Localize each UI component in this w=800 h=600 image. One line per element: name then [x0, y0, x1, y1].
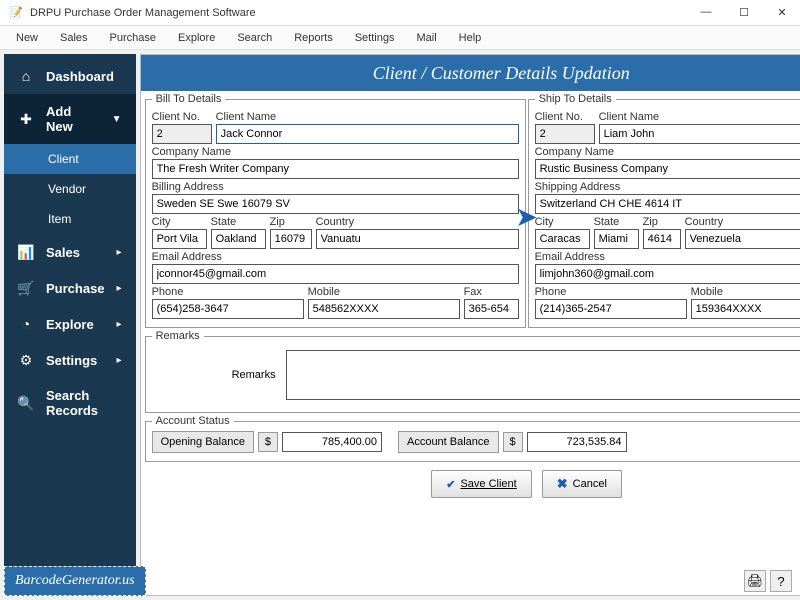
currency-symbol: $: [258, 432, 278, 452]
bill-legend: Bill To Details: [152, 93, 226, 105]
menu-reports[interactable]: Reports: [284, 28, 343, 48]
ship-country-field[interactable]: [685, 229, 800, 249]
help-icon[interactable]: ?: [770, 570, 792, 592]
bill-address-field[interactable]: [152, 194, 519, 214]
account-balance-label: Account Balance: [398, 431, 499, 453]
sidebar-sub-vendor[interactable]: Vendor: [4, 174, 136, 204]
brand-badge: BarcodeGenerator.us: [4, 566, 146, 596]
menubar: New Sales Purchase Explore Search Report…: [0, 26, 800, 50]
menu-purchase[interactable]: Purchase: [100, 28, 166, 48]
maximize-button[interactable]: ☐: [734, 6, 754, 19]
minimize-button[interactable]: —: [696, 6, 716, 19]
arrow-icon: ➤: [517, 203, 537, 232]
menu-help[interactable]: Help: [449, 28, 492, 48]
home-icon: ⌂: [18, 68, 34, 84]
sidebar-item-add-new[interactable]: ✚ Add New ▼: [4, 94, 136, 144]
account-status-fieldset: Account Status Opening Balance $ Account…: [145, 415, 800, 462]
close-window-button[interactable]: ✕: [772, 6, 792, 19]
ship-mobile-field[interactable]: [691, 299, 800, 319]
chevron-right-icon: ▸: [117, 283, 122, 294]
sidebar-sub-item[interactable]: Item: [4, 204, 136, 234]
panel-title: Client / Customer Details Updation: [149, 63, 800, 84]
menu-mail[interactable]: Mail: [406, 28, 446, 48]
menu-search[interactable]: Search: [227, 28, 282, 48]
bill-state-field[interactable]: [211, 229, 266, 249]
x-icon: ✖: [557, 476, 568, 492]
account-balance-field[interactable]: [527, 432, 627, 452]
chevron-down-icon: ▼: [112, 114, 122, 125]
sidebar-item-purchase[interactable]: 🛒 Purchase ▸: [4, 270, 136, 306]
search-icon: 🔍: [18, 395, 34, 411]
ship-city-field[interactable]: [535, 229, 590, 249]
panel-header: Client / Customer Details Updation Close: [141, 55, 800, 91]
bill-company-field[interactable]: [152, 159, 519, 179]
remarks-fieldset: Remarks Remarks: [145, 330, 800, 413]
titlebar: 📝 DRPU Purchase Order Management Softwar…: [0, 0, 800, 26]
bill-to-fieldset: Bill To Details Client No. Client Name C…: [145, 93, 526, 328]
bill-zip-field[interactable]: [270, 229, 312, 249]
menu-sales[interactable]: Sales: [50, 28, 98, 48]
window-title: DRPU Purchase Order Management Software: [30, 7, 696, 19]
save-client-button[interactable]: ✔ Save Client: [431, 470, 531, 498]
chart-icon: 📊: [18, 244, 34, 260]
check-icon: ✔: [446, 478, 455, 491]
sidebar: ⌂ Dashboard ✚ Add New ▼ Client Vendor It…: [4, 54, 136, 596]
sidebar-item-dashboard[interactable]: ⌂ Dashboard: [4, 58, 136, 94]
bill-mobile-field[interactable]: [308, 299, 460, 319]
remarks-label: Remarks: [156, 369, 276, 381]
main-panel: Client / Customer Details Updation Close…: [140, 54, 800, 596]
gear-icon: ⚙: [18, 352, 34, 368]
ship-state-field[interactable]: [594, 229, 639, 249]
sidebar-item-explore[interactable]: ◔ Explore ▸: [4, 306, 136, 342]
plus-icon: ✚: [18, 111, 34, 127]
sidebar-item-search-records[interactable]: 🔍 Search Records: [4, 378, 136, 428]
chevron-right-icon: ▸: [117, 319, 122, 330]
ship-to-fieldset: Ship To Details Client No. Client Name C…: [528, 93, 800, 328]
ship-company-field[interactable]: [535, 159, 800, 179]
cart-icon: 🛒: [18, 280, 34, 296]
ship-legend: Ship To Details: [535, 93, 616, 105]
bill-phone-field[interactable]: [152, 299, 304, 319]
bill-city-field[interactable]: [152, 229, 207, 249]
currency-symbol: $: [503, 432, 523, 452]
sidebar-item-settings[interactable]: ⚙ Settings ▸: [4, 342, 136, 378]
bill-email-field[interactable]: [152, 264, 519, 284]
ship-phone-field[interactable]: [535, 299, 687, 319]
menu-settings[interactable]: Settings: [345, 28, 405, 48]
app-icon: 📝: [8, 5, 24, 21]
explore-icon: ◔: [18, 316, 34, 332]
remarks-legend: Remarks: [152, 330, 204, 342]
bill-clientname-field[interactable]: [216, 124, 519, 144]
ship-email-field[interactable]: [535, 264, 800, 284]
menu-explore[interactable]: Explore: [168, 28, 225, 48]
cancel-button[interactable]: ✖ Cancel: [542, 470, 622, 498]
chevron-right-icon: ▸: [117, 355, 122, 366]
ship-clientname-field[interactable]: [599, 124, 800, 144]
remarks-textarea[interactable]: [286, 350, 800, 400]
ship-address-field[interactable]: [535, 194, 800, 214]
bill-clientno-field[interactable]: [152, 124, 212, 144]
ship-zip-field[interactable]: [643, 229, 681, 249]
bill-fax-field[interactable]: [464, 299, 519, 319]
chevron-right-icon: ▸: [117, 247, 122, 258]
ship-clientno-field[interactable]: [535, 124, 595, 144]
sidebar-item-sales[interactable]: 📊 Sales ▸: [4, 234, 136, 270]
menu-new[interactable]: New: [6, 28, 48, 48]
opening-balance-label: Opening Balance: [152, 431, 254, 453]
account-legend: Account Status: [152, 415, 234, 427]
sidebar-sub-client[interactable]: Client: [4, 144, 136, 174]
opening-balance-field[interactable]: [282, 432, 382, 452]
bill-country-field[interactable]: [316, 229, 519, 249]
print-icon[interactable]: 🖨: [744, 570, 766, 592]
